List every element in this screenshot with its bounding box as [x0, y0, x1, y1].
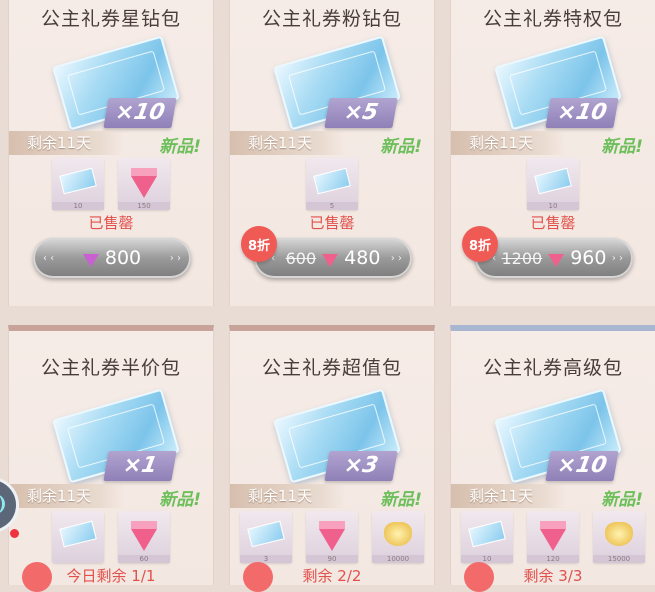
pack-title: 公主礼券半价包 — [40, 357, 181, 379]
multiplier-badge: ×3 — [324, 451, 398, 481]
arrow-right-icon: › › — [390, 252, 402, 264]
ticket-icon — [59, 167, 97, 195]
pack-title: 公主礼券高级包 — [482, 357, 623, 379]
multiplier-badge: ×10 — [103, 98, 177, 128]
original-price: 1200 — [501, 248, 543, 268]
remaining-days: 剩余11天 — [451, 131, 566, 155]
pack-title: 公主礼券粉钻包 — [261, 8, 402, 30]
item-list: 10 120 15000 — [451, 511, 655, 563]
arrow-right-icon: › › — [169, 252, 181, 264]
price-value: 480 — [344, 247, 381, 269]
remaining-days: 剩余11天 — [451, 484, 566, 508]
gold-icon — [605, 521, 633, 546]
multiplier-badge: ×1 — [103, 451, 177, 481]
pack-title: 公主礼券星钻包 — [40, 8, 181, 30]
item-slot[interactable]: 10 — [52, 158, 104, 210]
pack-card-value[interactable]: 公主礼券超值包 ×3 剩余11天 新品! 3 90 10000 剩余 2/2 — [229, 325, 435, 585]
remaining-days: 剩余11天 — [230, 484, 345, 508]
item-qty: 10 — [52, 202, 104, 210]
item-slot[interactable]: 10 — [461, 511, 513, 563]
item-slot[interactable]: 5 — [306, 158, 358, 210]
pack-card-premium[interactable]: 公主礼券高级包 ×10 剩余11天 新品! 10 120 15000 剩余 3/… — [450, 325, 655, 585]
item-list: 10 150 — [9, 158, 213, 210]
price-button[interactable]: ‹ ‹ 1200 960 › › — [475, 238, 633, 278]
pack-title: 公主礼券超值包 — [261, 357, 402, 379]
item-list: 5 — [230, 158, 434, 210]
item-slot[interactable] — [52, 511, 104, 563]
item-qty: 15000 — [593, 555, 645, 563]
price-value: 800 — [104, 247, 142, 269]
item-qty: 3 — [240, 555, 292, 563]
discount-badge: 8折 — [462, 226, 498, 262]
new-tag: 新品! — [380, 490, 422, 510]
arrow-left-icon: ‹ ‹ — [43, 252, 55, 264]
multiplier-badge: ×10 — [545, 451, 619, 481]
gem-icon — [540, 520, 566, 551]
new-tag: 新品! — [601, 490, 643, 510]
status-text: 已售罄 — [88, 214, 134, 232]
arrow-right-icon: › › — [611, 252, 623, 264]
gem-icon — [319, 520, 345, 551]
badge-partial — [22, 562, 52, 592]
ticket-icon — [313, 167, 351, 195]
item-slot[interactable]: 150 — [118, 158, 170, 210]
ticket-icon — [59, 520, 97, 548]
item-qty: 10000 — [372, 555, 424, 563]
new-tag: 新品! — [380, 137, 422, 157]
item-list: 10 — [451, 158, 655, 210]
pack-card-half-price[interactable]: 公主礼券半价包 ×1 剩余11天 新品! 60 今日剩余 1/1 — [8, 325, 214, 585]
price-button[interactable]: ‹ ‹ 800 › › — [33, 238, 191, 278]
item-slot[interactable]: 60 — [118, 511, 170, 563]
item-list: 60 — [9, 511, 213, 563]
new-tag: 新品! — [159, 137, 201, 157]
item-qty: 120 — [527, 555, 579, 563]
pack-title: 公主礼券特权包 — [482, 8, 623, 30]
multiplier-badge: ×5 — [324, 98, 398, 128]
item-slot[interactable]: 120 — [527, 511, 579, 563]
item-qty: 90 — [306, 555, 358, 563]
pack-card-privilege[interactable]: 公主礼券特权包 ×10 剩余11天 新品! 10 已售罄 ‹ ‹ 1200 96… — [450, 0, 655, 306]
pack-card-star-diamond[interactable]: 公主礼券星钻包 ×10 剩余11天 新品! 10 150 已售罄 ‹ ‹ 800… — [8, 0, 214, 306]
ticket-icon — [468, 520, 506, 548]
multiplier-badge: ×10 — [545, 98, 619, 128]
discount-badge: 8折 — [241, 226, 277, 262]
item-slot[interactable]: 10 — [527, 158, 579, 210]
badge-partial — [464, 562, 494, 592]
new-tag: 新品! — [601, 137, 643, 157]
original-price: 600 — [285, 248, 317, 268]
gold-icon — [384, 521, 412, 546]
item-qty: 150 — [118, 202, 170, 210]
item-slot[interactable]: 90 — [306, 511, 358, 563]
item-qty: 10 — [461, 555, 513, 563]
ticket-icon — [247, 520, 285, 548]
diamond-icon — [548, 253, 565, 267]
pack-card-pink-diamond[interactable]: 公主礼券粉钻包 ×5 剩余11天 新品! 5 已售罄 ‹ ‹ 600 480 ›… — [229, 0, 435, 306]
diamond-icon — [82, 253, 99, 267]
ticket-icon — [534, 167, 572, 195]
notification-dot — [10, 529, 19, 538]
remaining-days: 剩余11天 — [230, 131, 345, 155]
gem-icon — [131, 167, 157, 198]
item-qty: 5 — [306, 202, 358, 210]
item-slot[interactable]: 3 — [240, 511, 292, 563]
price-value: 960 — [570, 247, 607, 269]
item-qty: 10 — [527, 202, 579, 210]
remaining-days: 剩余11天 — [9, 131, 124, 155]
price-button[interactable]: ‹ ‹ 600 480 › › — [254, 238, 412, 278]
item-slot[interactable]: 15000 — [593, 511, 645, 563]
gem-icon — [131, 520, 157, 551]
item-slot[interactable]: 10000 — [372, 511, 424, 563]
item-list: 3 90 10000 — [230, 511, 434, 563]
new-tag: 新品! — [159, 490, 201, 510]
item-qty: 60 — [118, 555, 170, 563]
badge-partial — [243, 562, 273, 592]
remaining-days: 剩余11天 — [9, 484, 124, 508]
diamond-icon — [322, 253, 339, 267]
